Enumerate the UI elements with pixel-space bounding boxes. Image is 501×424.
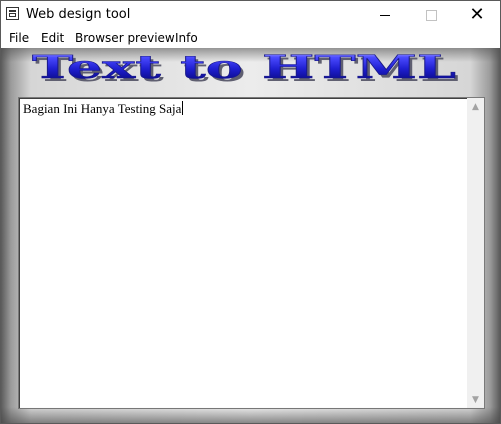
banner-logo: Text to HTML Text to HTML bbox=[32, 48, 459, 86]
scroll-up-arrow-icon[interactable]: ▲ bbox=[467, 98, 484, 115]
minimize-icon bbox=[380, 14, 390, 16]
title-bar[interactable]: Web design tool ✕ bbox=[1, 1, 500, 29]
editor-content[interactable]: Bagian Ini Hanya Testing Saja bbox=[23, 101, 184, 117]
vertical-scrollbar[interactable]: ▲ ▼ bbox=[467, 98, 484, 408]
text-editor[interactable]: Bagian Ini Hanya Testing Saja ▲ ▼ bbox=[18, 97, 485, 409]
menu-bar: File Edit Browser preview Info bbox=[1, 29, 500, 48]
menu-edit[interactable]: Edit bbox=[41, 31, 64, 45]
app-icon[interactable] bbox=[6, 7, 19, 20]
close-button[interactable]: ✕ bbox=[454, 1, 500, 29]
editor-content-text: Bagian Ini Hanya Testing Saja bbox=[23, 101, 182, 116]
close-icon: ✕ bbox=[469, 4, 485, 25]
menu-file[interactable]: File bbox=[9, 31, 29, 45]
maximize-button[interactable] bbox=[408, 1, 454, 29]
client-area: Text to HTML Text to HTML Bagian Ini Han… bbox=[1, 48, 500, 423]
app-window: Web design tool ✕ File Edit Browser prev… bbox=[0, 0, 501, 424]
scroll-down-arrow-icon[interactable]: ▼ bbox=[467, 391, 484, 408]
minimize-button[interactable] bbox=[362, 1, 408, 29]
window-title: Web design tool bbox=[26, 7, 131, 22]
maximize-icon bbox=[425, 9, 437, 21]
menu-browser-preview[interactable]: Browser preview bbox=[75, 31, 175, 45]
text-caret bbox=[182, 101, 184, 115]
banner-text: Text to HTML bbox=[32, 48, 456, 86]
menu-info[interactable]: Info bbox=[175, 31, 198, 45]
